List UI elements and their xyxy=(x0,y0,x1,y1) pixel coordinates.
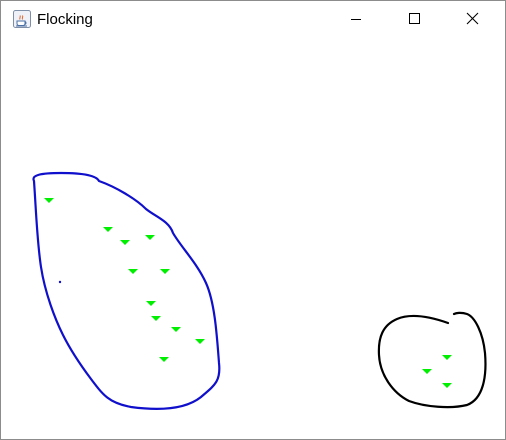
boid-14 xyxy=(442,383,452,388)
boid-11 xyxy=(159,357,169,362)
app-window: Flocking xyxy=(0,0,506,440)
drawing-canvas[interactable] xyxy=(1,37,505,439)
flock-a-outline xyxy=(32,171,221,410)
java-cup-icon[interactable] xyxy=(13,10,31,28)
maximize-button[interactable] xyxy=(391,1,437,37)
boid-6 xyxy=(160,269,170,274)
flock-b-outline xyxy=(377,311,487,409)
boid-13 xyxy=(422,369,432,374)
close-button[interactable] xyxy=(449,1,495,37)
boid-7 xyxy=(146,301,156,306)
boid-1 xyxy=(44,198,54,203)
minimize-button[interactable] xyxy=(333,1,379,37)
boid-4 xyxy=(145,235,155,240)
title-bar[interactable]: Flocking xyxy=(1,1,505,37)
maximize-icon xyxy=(409,13,420,24)
close-icon xyxy=(466,12,479,25)
boid-12 xyxy=(442,355,452,360)
boid-3 xyxy=(120,240,130,245)
stray-dot xyxy=(58,280,62,284)
boid-2 xyxy=(103,227,113,232)
window-title: Flocking xyxy=(37,11,93,28)
boids-layer xyxy=(44,198,452,388)
boid-9 xyxy=(171,327,181,332)
boid-10 xyxy=(195,339,205,344)
boid-8 xyxy=(151,316,161,321)
boid-5 xyxy=(128,269,138,274)
minimize-icon xyxy=(351,19,361,20)
